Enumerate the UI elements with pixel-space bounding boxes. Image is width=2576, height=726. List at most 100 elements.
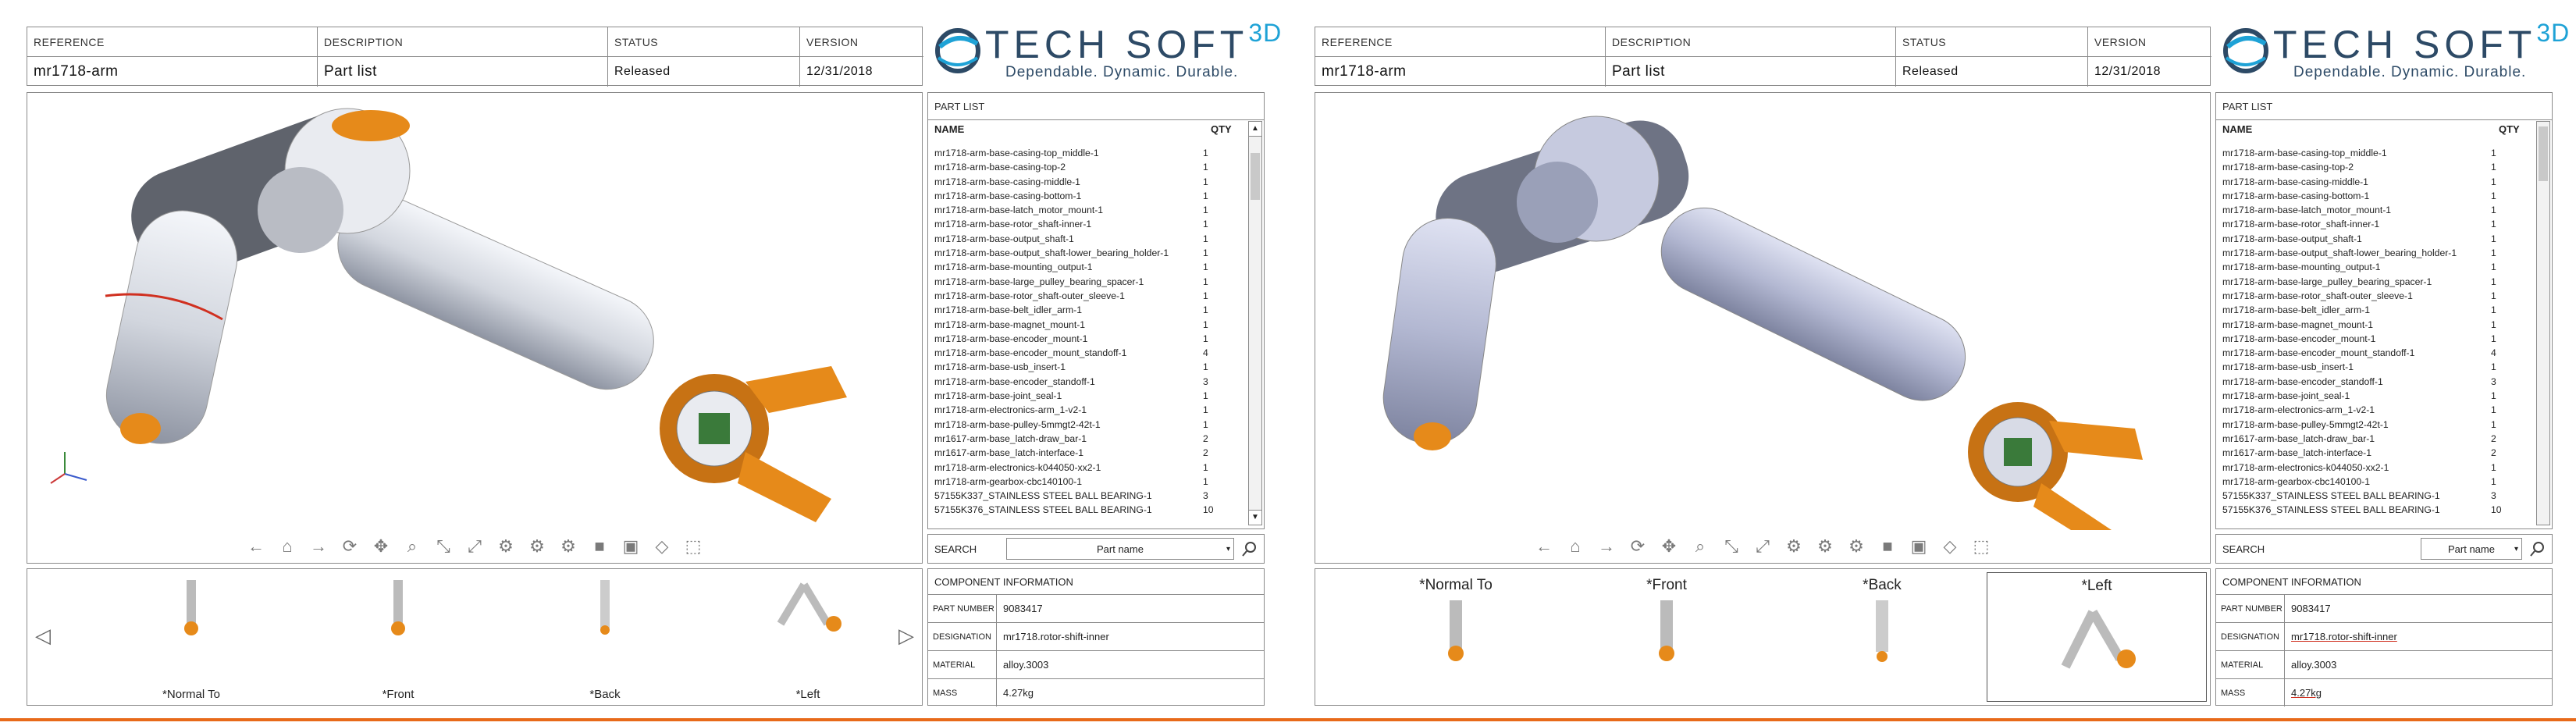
scroll-thumb[interactable]	[2539, 126, 2548, 181]
home-icon[interactable]: ⌂	[277, 536, 297, 557]
part-list-row[interactable]: mr1718-arm-electronics-k044050-xx2-1 1	[933, 461, 1244, 475]
view-normal-to[interactable]: *Normal To	[1362, 572, 1550, 703]
hidden-line-icon[interactable]: ◇	[1940, 536, 1960, 557]
pan-icon[interactable]: ✥	[371, 536, 391, 557]
next-view-icon[interactable]: ▷	[898, 624, 914, 648]
3d-viewer[interactable]: ← ⌂ → ⟳ ✥ ⌕ ⤡ ⤢ ⚙ ⚙ ⚙ ■ ▣ ◇ ⬚	[27, 92, 923, 564]
back-arrow-icon[interactable]: ←	[1534, 536, 1554, 557]
part-list-row[interactable]: mr1718-arm-base-latch_motor_mount-1 1	[933, 203, 1244, 217]
pan-icon[interactable]: ✥	[1659, 536, 1679, 557]
part-list-row[interactable]: mr1718-arm-base-mounting_output-1 1	[2221, 260, 2532, 274]
measure-icon[interactable]: ⚙	[558, 536, 578, 557]
search-field-select[interactable]: Part name ▾	[2421, 538, 2522, 560]
part-list-row[interactable]: mr1718-arm-base-rotor_shaft-inner-1 1	[933, 217, 1244, 231]
part-list-row[interactable]: mr1617-arm-base_latch-draw_bar-1 2	[933, 432, 1244, 446]
part-list-row[interactable]: mr1718-arm-base-encoder_mount_standoff-1…	[933, 346, 1244, 360]
measure-icon[interactable]: ⚙	[1846, 536, 1866, 557]
part-list-row[interactable]: mr1718-arm-base-encoder_mount-1 1	[2221, 332, 2532, 346]
part-list-row[interactable]: mr1718-arm-gearbox-cbc140100-1 1	[933, 475, 1244, 489]
search-button[interactable]	[1239, 538, 1261, 560]
hidden-line-icon[interactable]: ◇	[652, 536, 672, 557]
explode-icon[interactable]: ⚙	[1784, 536, 1804, 557]
view-normal-to[interactable]: *Normal To	[113, 572, 269, 703]
part-list-row[interactable]: mr1718-arm-electronics-arm_1-v2-1 1	[933, 403, 1244, 417]
fullscreen-icon[interactable]: ⬚	[683, 536, 703, 557]
search-field-select[interactable]: Part name ▾	[1006, 538, 1234, 560]
view-back[interactable]: *Back	[527, 572, 683, 703]
part-list-row[interactable]: mr1718-arm-gearbox-cbc140100-1 1	[2221, 475, 2532, 489]
part-list-row[interactable]: mr1718-arm-base-mounting_output-1 1	[933, 260, 1244, 274]
part-list-row[interactable]: mr1718-arm-base-casing-top_middle-1 1	[933, 146, 1244, 160]
shaded-icon[interactable]: ■	[1877, 536, 1898, 557]
wireframe-icon[interactable]: ▣	[621, 536, 641, 557]
part-list-row[interactable]: mr1718-arm-base-output_shaft-1 1	[2221, 232, 2532, 246]
fit-icon[interactable]: ⤡	[1721, 536, 1742, 557]
part-list-row[interactable]: mr1718-arm-base-usb_insert-1 1	[933, 360, 1244, 374]
part-list-row[interactable]: mr1718-arm-base-magnet_mount-1 1	[2221, 318, 2532, 332]
part-list-row[interactable]: mr1617-arm-base_latch-interface-1 2	[2221, 446, 2532, 460]
part-list-row[interactable]: mr1718-arm-base-large_pulley_bearing_spa…	[933, 275, 1244, 289]
part-list-row[interactable]: mr1718-arm-base-joint_seal-1 1	[933, 389, 1244, 403]
part-list-row[interactable]: mr1718-arm-base-latch_motor_mount-1 1	[2221, 203, 2532, 217]
part-list-row[interactable]: mr1718-arm-base-rotor_shaft-outer_sleeve…	[933, 289, 1244, 303]
part-list-scrollbar[interactable]: ▲ ▼	[1248, 121, 1262, 525]
part-list-row[interactable]: mr1718-arm-base-casing-middle-1 1	[933, 175, 1244, 189]
back-arrow-icon[interactable]: ←	[246, 536, 266, 557]
part-list-row[interactable]: mr1617-arm-base_latch-interface-1 2	[933, 446, 1244, 460]
explode-icon[interactable]: ⚙	[496, 536, 516, 557]
view-front[interactable]: *Front	[320, 572, 476, 703]
part-list-row[interactable]: mr1718-arm-base-joint_seal-1 1	[2221, 389, 2532, 403]
part-list-row[interactable]: mr1718-arm-base-large_pulley_bearing_spa…	[2221, 275, 2532, 289]
scroll-up-icon[interactable]: ▲	[1249, 122, 1261, 137]
fit-selection-icon[interactable]: ⤢	[1752, 536, 1773, 557]
part-list-scrollbar[interactable]	[2536, 121, 2550, 525]
part-list-row[interactable]: 57155K376_STAINLESS STEEL BALL BEARING-1…	[933, 503, 1244, 517]
part-list-row[interactable]: mr1718-arm-base-casing-middle-1 1	[2221, 175, 2532, 189]
part-list-row[interactable]: mr1718-arm-base-encoder_standoff-1 3	[2221, 375, 2532, 389]
shaded-icon[interactable]: ■	[589, 536, 610, 557]
fullscreen-icon[interactable]: ⬚	[1971, 536, 1991, 557]
part-list-row[interactable]: mr1718-arm-base-casing-top-2 1	[933, 160, 1244, 174]
part-list-row[interactable]: mr1718-arm-base-magnet_mount-1 1	[933, 318, 1244, 332]
part-list-row[interactable]: mr1718-arm-base-output_shaft-1 1	[933, 232, 1244, 246]
search-button[interactable]	[2527, 538, 2549, 560]
previous-view-icon[interactable]: ◁	[35, 624, 51, 648]
home-icon[interactable]: ⌂	[1565, 536, 1585, 557]
part-list-row[interactable]: mr1718-arm-base-rotor_shaft-inner-1 1	[2221, 217, 2532, 231]
fit-icon[interactable]: ⤡	[433, 536, 454, 557]
part-list-row[interactable]: mr1718-arm-base-encoder_mount_standoff-1…	[2221, 346, 2532, 360]
part-list-row[interactable]: mr1718-arm-base-belt_idler_arm-1 1	[2221, 303, 2532, 317]
forward-arrow-icon[interactable]: →	[1596, 536, 1617, 557]
part-list-row[interactable]: mr1718-arm-base-belt_idler_arm-1 1	[933, 303, 1244, 317]
section-icon[interactable]: ⚙	[527, 536, 547, 557]
part-list-row[interactable]: mr1718-arm-base-encoder_standoff-1 3	[933, 375, 1244, 389]
view-left[interactable]: *Left	[730, 572, 886, 703]
part-list-row[interactable]: mr1718-arm-base-pulley-5mmgt2-42t-1 1	[933, 418, 1244, 432]
scroll-thumb[interactable]	[1251, 153, 1260, 200]
part-list-row[interactable]: mr1718-arm-base-casing-top_middle-1 1	[2221, 146, 2532, 160]
forward-arrow-icon[interactable]: →	[308, 536, 329, 557]
part-list-row[interactable]: mr1617-arm-base_latch-draw_bar-1 2	[2221, 432, 2532, 446]
part-list-row[interactable]: mr1718-arm-base-output_shaft-lower_beari…	[2221, 246, 2532, 260]
zoom-icon[interactable]: ⌕	[1690, 536, 1710, 557]
scroll-down-icon[interactable]: ▼	[1249, 510, 1261, 525]
part-list-row[interactable]: mr1718-arm-base-output_shaft-lower_beari…	[933, 246, 1244, 260]
part-list-row[interactable]: mr1718-arm-base-usb_insert-1 1	[2221, 360, 2532, 374]
part-list-row[interactable]: mr1718-arm-electronics-k044050-xx2-1 1	[2221, 461, 2532, 475]
part-list-row[interactable]: mr1718-arm-base-casing-bottom-1 1	[933, 189, 1244, 203]
part-list-row[interactable]: mr1718-arm-base-pulley-5mmgt2-42t-1 1	[2221, 418, 2532, 432]
view-left[interactable]: *Left	[1987, 572, 2207, 702]
3d-viewer[interactable]: ← ⌂ → ⟳ ✥ ⌕ ⤡ ⤢ ⚙ ⚙ ⚙ ■ ▣ ◇ ⬚	[1315, 92, 2211, 564]
part-list-row[interactable]: 57155K337_STAINLESS STEEL BALL BEARING-1…	[2221, 489, 2532, 503]
zoom-icon[interactable]: ⌕	[402, 536, 422, 557]
part-list-row[interactable]: mr1718-arm-base-encoder_mount-1 1	[933, 332, 1244, 346]
part-list-row[interactable]: mr1718-arm-base-rotor_shaft-outer_sleeve…	[2221, 289, 2532, 303]
orbit-icon[interactable]: ⟳	[1628, 536, 1648, 557]
part-list-row[interactable]: mr1718-arm-electronics-arm_1-v2-1 1	[2221, 403, 2532, 417]
section-icon[interactable]: ⚙	[1815, 536, 1835, 557]
view-back[interactable]: *Back	[1788, 572, 1976, 703]
orbit-icon[interactable]: ⟳	[340, 536, 360, 557]
fit-selection-icon[interactable]: ⤢	[464, 536, 485, 557]
part-list-row[interactable]: 57155K337_STAINLESS STEEL BALL BEARING-1…	[933, 489, 1244, 503]
wireframe-icon[interactable]: ▣	[1909, 536, 1929, 557]
